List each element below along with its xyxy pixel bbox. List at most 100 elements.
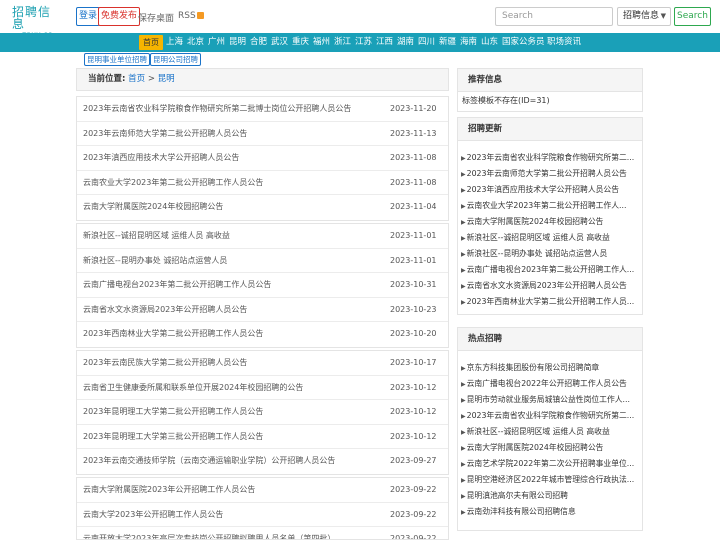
job-title[interactable]: 2023年滇西应用技术大学公开招聘人员公告 bbox=[83, 146, 393, 170]
list-item[interactable]: ▶云南广播电视台2023年第二批公开招聘工作人... bbox=[461, 262, 642, 278]
nav-item-jiangxi[interactable]: 江西 bbox=[376, 33, 393, 52]
update-link[interactable]: 2023年云南省农业科学院粮食作物研究所第二... bbox=[467, 153, 635, 162]
search-input[interactable]: Search bbox=[495, 7, 613, 26]
nav-item-shandong[interactable]: 山东 bbox=[481, 33, 498, 52]
update-link[interactable]: 新浪社区--诚招昆明区域 运维人员 高收益 bbox=[467, 233, 610, 242]
list-item[interactable]: ▶2023年云南师范大学第二批公开招聘人员公告 bbox=[461, 166, 642, 182]
nav-item-hainan[interactable]: 海南 bbox=[460, 33, 477, 52]
nav-item-hefei[interactable]: 合肥 bbox=[250, 33, 267, 52]
job-title[interactable]: 2023年昆明理工大学第三批公开招聘工作人员公告 bbox=[83, 425, 393, 449]
list-item[interactable]: 云南省卫生健康委所属和联系单位开展2024年校园招聘的公告 2023-10-12 bbox=[77, 376, 448, 400]
nav-item-beijing[interactable]: 北京 bbox=[187, 33, 204, 52]
hot-link[interactable]: 新浪社区--诚招昆明区域 运维人员 高收益 bbox=[467, 427, 610, 436]
update-link[interactable]: 云南省水文水资源局2023年公开招聘人员公告 bbox=[467, 281, 627, 290]
tag-kunming-public-institution[interactable]: 昆明事业单位招聘 bbox=[84, 53, 150, 66]
list-item[interactable]: ▶2023年云南省农业科学院粮食作物研究所第二... bbox=[461, 150, 642, 166]
list-item[interactable]: ▶2023年西南林业大学第二批公开招聘工作人员... bbox=[461, 294, 642, 310]
hot-link[interactable]: 云南艺术学院2022年第二次公开招聘事业单位... bbox=[467, 459, 635, 468]
list-item[interactable]: ▶云南艺术学院2022年第二次公开招聘事业单位... bbox=[461, 456, 642, 472]
list-item[interactable]: ▶京东方科技集团股份有限公司招聘简章 bbox=[461, 360, 642, 376]
nav-item-jiangsu[interactable]: 江苏 bbox=[355, 33, 372, 52]
nav-item-fuzhou[interactable]: 福州 bbox=[313, 33, 330, 52]
update-link[interactable]: 2023年滇西应用技术大学公开招聘人员公告 bbox=[467, 185, 619, 194]
list-item[interactable]: 2023年昆明理工大学第三批公开招聘工作人员公告 2023-10-12 bbox=[77, 425, 448, 449]
rss-link[interactable]: RSS bbox=[178, 11, 204, 21]
job-title[interactable]: 云南省水文水资源局2023年公开招聘人员公告 bbox=[83, 298, 393, 322]
job-title[interactable]: 云南大学2023年公开招聘工作人员公告 bbox=[83, 503, 393, 527]
tag-kunming-company[interactable]: 昆明公司招聘 bbox=[150, 53, 201, 66]
update-link[interactable]: 2023年西南林业大学第二批公开招聘工作人员... bbox=[467, 297, 635, 306]
update-link[interactable]: 2023年云南师范大学第二批公开招聘人员公告 bbox=[467, 169, 627, 178]
list-item[interactable]: ▶云南省水文水资源局2023年公开招聘人员公告 bbox=[461, 278, 642, 294]
nav-home[interactable]: 首页 bbox=[139, 35, 163, 50]
list-item[interactable]: ▶新浪社区--诚招昆明区域 运维人员 高收益 bbox=[461, 424, 642, 440]
hot-link[interactable]: 昆明滇池高尔夫有限公司招聘 bbox=[467, 491, 568, 500]
nav-item-sichuan[interactable]: 四川 bbox=[418, 33, 435, 52]
breadcrumb-current[interactable]: 昆明 bbox=[158, 74, 175, 84]
list-item[interactable]: 云南大学2023年公开招聘工作人员公告 2023-09-22 bbox=[77, 503, 448, 527]
hot-link[interactable]: 2023年云南省农业科学院粮食作物研究所第二... bbox=[467, 411, 635, 420]
list-item[interactable]: 云南大学附属医院2024年校园招聘公告 2023-11-04 bbox=[77, 195, 448, 220]
update-link[interactable]: 云南广播电视台2023年第二批公开招聘工作人... bbox=[467, 265, 635, 274]
job-title[interactable]: 云南农业大学2023年第二批公开招聘工作人员公告 bbox=[83, 171, 393, 195]
nav-item-hunan[interactable]: 湖南 bbox=[397, 33, 414, 52]
nav-item-kunming[interactable]: 昆明 bbox=[229, 33, 246, 52]
list-item[interactable]: 新浪社区--昆明办事处 诚招站点运营人员 2023-11-01 bbox=[77, 249, 448, 273]
list-item[interactable]: 云南农业大学2023年第二批公开招聘工作人员公告 2023-11-08 bbox=[77, 171, 448, 195]
free-post-button[interactable]: 免费发布 bbox=[98, 7, 141, 26]
site-logo[interactable]: 招聘信息 zpxx.cc bbox=[12, 6, 62, 39]
hot-link[interactable]: 昆明空港经济区2022年城市管理综合行政执法... bbox=[467, 475, 635, 484]
search-category-select[interactable]: 招聘信息 ▼ bbox=[617, 7, 671, 26]
list-item[interactable]: 2023年云南交通技师学院（云南交通运输职业学院）公开招聘人员公告 2023-09… bbox=[77, 449, 448, 474]
nav-item-civil-servant[interactable]: 国家公务员 bbox=[502, 33, 545, 52]
job-title[interactable]: 新浪社区--昆明办事处 诚招站点运营人员 bbox=[83, 249, 393, 273]
job-title[interactable]: 2023年云南交通技师学院（云南交通运输职业学院）公开招聘人员公告 bbox=[83, 449, 393, 473]
nav-item-guangzhou[interactable]: 广州 bbox=[208, 33, 225, 52]
list-item[interactable]: ▶新浪社区--昆明办事处 诚招站点运营人员 bbox=[461, 246, 642, 262]
job-title[interactable]: 新浪社区--诚招昆明区域 运维人员 高收益 bbox=[83, 224, 393, 248]
nav-item-zhejiang[interactable]: 浙江 bbox=[334, 33, 351, 52]
nav-item-xinjiang[interactable]: 新疆 bbox=[439, 33, 456, 52]
breadcrumb-home[interactable]: 首页 bbox=[128, 74, 145, 84]
list-item[interactable]: 2023年西南林业大学第二批公开招聘工作人员公告 2023-10-20 bbox=[77, 322, 448, 347]
list-item[interactable]: 新浪社区--诚招昆明区域 运维人员 高收益 2023-11-01 bbox=[77, 224, 448, 249]
update-link[interactable]: 新浪社区--昆明办事处 诚招站点运营人员 bbox=[467, 249, 608, 258]
hot-link[interactable]: 云南劲沣科技有限公司招聘信息 bbox=[467, 507, 576, 516]
list-item[interactable]: ▶新浪社区--诚招昆明区域 运维人员 高收益 bbox=[461, 230, 642, 246]
job-title[interactable]: 2023年昆明理工大学第二批公开招聘工作人员公告 bbox=[83, 400, 393, 424]
nav-item-career-news[interactable]: 职场资讯 bbox=[547, 33, 581, 52]
list-item[interactable]: 2023年昆明理工大学第二批公开招聘工作人员公告 2023-10-12 bbox=[77, 400, 448, 425]
update-link[interactable]: 云南大学附属医院2024年校园招聘公告 bbox=[467, 217, 604, 226]
list-item[interactable]: 云南省水文水资源局2023年公开招聘人员公告 2023-10-23 bbox=[77, 298, 448, 322]
job-title[interactable]: 2023年云南民族大学第二批公开招聘人员公告 bbox=[83, 351, 393, 375]
list-item[interactable]: ▶云南农业大学2023年第二批公开招聘工作人... bbox=[461, 198, 642, 214]
login-button[interactable]: 登录 bbox=[76, 7, 101, 26]
job-title[interactable]: 2023年云南师范大学第二批公开招聘人员公告 bbox=[83, 122, 393, 146]
hot-link[interactable]: 云南广播电视台2022年公开招聘工作人员公告 bbox=[467, 379, 627, 388]
job-title[interactable]: 云南广播电视台2023年第二批公开招聘工作人员公告 bbox=[83, 273, 393, 297]
hot-link[interactable]: 云南大学附属医院2024年校园招聘公告 bbox=[467, 443, 604, 452]
list-item[interactable]: 2023年云南省农业科学院粮食作物研究所第二批博士岗位公开招聘人员公告 2023-… bbox=[77, 97, 448, 122]
list-item[interactable]: ▶云南大学附属医院2024年校园招聘公告 bbox=[461, 440, 642, 456]
job-title[interactable]: 2023年云南省农业科学院粮食作物研究所第二批博士岗位公开招聘人员公告 bbox=[83, 97, 393, 121]
list-item[interactable]: ▶云南劲沣科技有限公司招聘信息 bbox=[461, 504, 642, 520]
job-title[interactable]: 云南省卫生健康委所属和联系单位开展2024年校园招聘的公告 bbox=[83, 376, 393, 400]
job-title[interactable]: 云南大学附属医院2023年公开招聘工作人员公告 bbox=[83, 478, 393, 502]
nav-item-shanghai[interactable]: 上海 bbox=[166, 33, 183, 52]
list-item[interactable]: 2023年滇西应用技术大学公开招聘人员公告 2023-11-08 bbox=[77, 146, 448, 171]
hot-link[interactable]: 京东方科技集团股份有限公司招聘简章 bbox=[467, 363, 600, 372]
nav-item-wuhan[interactable]: 武汉 bbox=[271, 33, 288, 52]
list-item[interactable]: ▶昆明滇池高尔夫有限公司招聘 bbox=[461, 488, 642, 504]
list-item[interactable]: ▶云南大学附属医院2024年校园招聘公告 bbox=[461, 214, 642, 230]
list-item[interactable]: 2023年云南民族大学第二批公开招聘人员公告 2023-10-17 bbox=[77, 351, 448, 376]
list-item[interactable]: ▶昆明空港经济区2022年城市管理综合行政执法... bbox=[461, 472, 642, 488]
list-item[interactable]: 云南开放大学2023年高层次专技岗公开招聘拟聘用人员名单（第四批） 2023-09… bbox=[77, 527, 448, 539]
job-title[interactable]: 云南大学附属医院2024年校园招聘公告 bbox=[83, 195, 393, 219]
search-button[interactable]: Search bbox=[674, 7, 711, 26]
list-item[interactable]: ▶云南广播电视台2022年公开招聘工作人员公告 bbox=[461, 376, 642, 392]
list-item[interactable]: 云南大学附属医院2023年公开招聘工作人员公告 2023-09-22 bbox=[77, 478, 448, 503]
list-item[interactable]: 2023年云南师范大学第二批公开招聘人员公告 2023-11-13 bbox=[77, 122, 448, 146]
job-title[interactable]: 2023年西南林业大学第二批公开招聘工作人员公告 bbox=[83, 322, 393, 346]
list-item[interactable]: ▶2023年云南省农业科学院粮食作物研究所第二... bbox=[461, 408, 642, 424]
update-link[interactable]: 云南农业大学2023年第二批公开招聘工作人... bbox=[467, 201, 627, 210]
